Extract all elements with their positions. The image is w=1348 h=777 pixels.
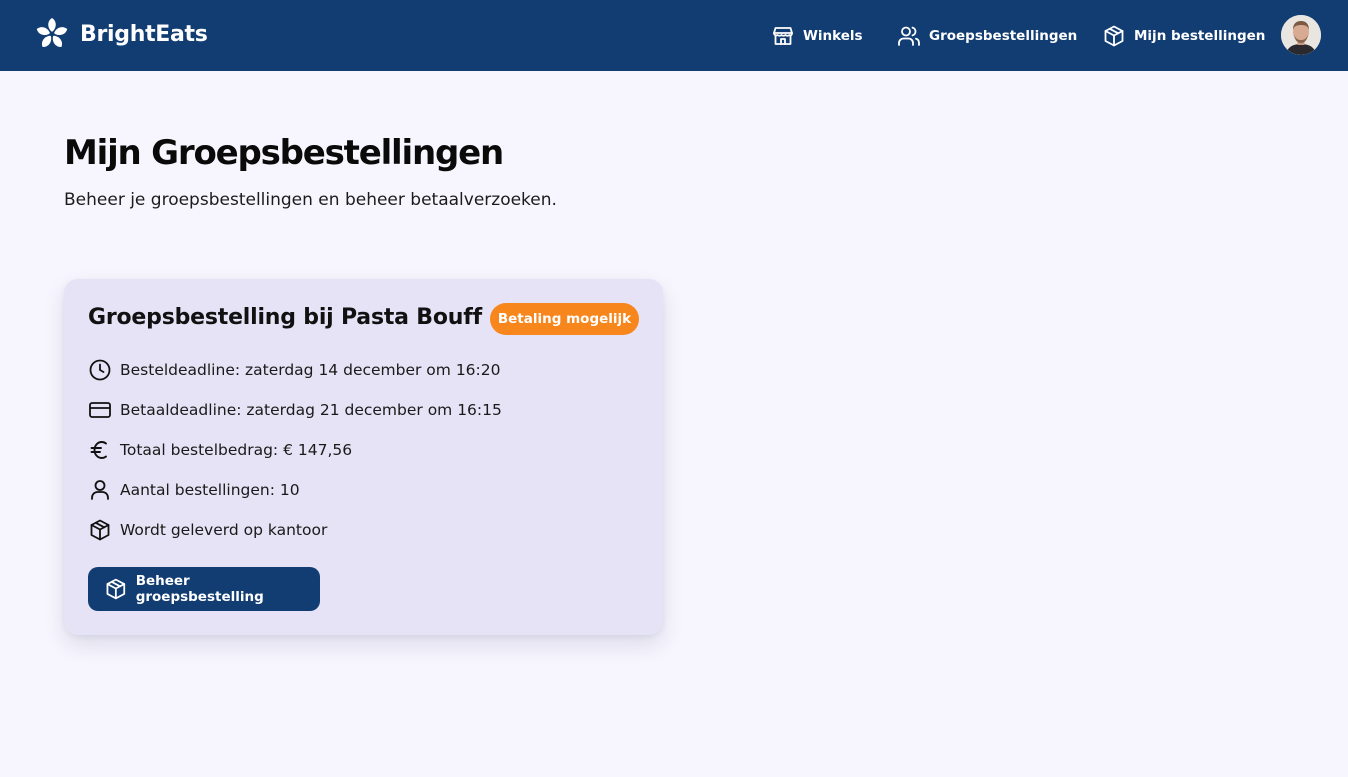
nav-mijn-bestellingen-label: Mijn bestellingen [1134, 27, 1266, 44]
brand[interactable]: BrightEats [35, 17, 208, 51]
payment-deadline-row: Betaaldeadline: zaterdag 21 december om … [88, 398, 502, 422]
order-deadline-text: Besteldeadline: zaterdag 14 december om … [120, 361, 501, 379]
order-deadline-row: Besteldeadline: zaterdag 14 december om … [88, 358, 500, 382]
store-icon [773, 26, 793, 45]
page-title: Mijn Groepsbestellingen [64, 133, 504, 173]
credit-card-icon [89, 402, 111, 418]
avatar-photo [1281, 15, 1321, 55]
total-amount-text: Totaal bestelbedrag: € 147,56 [120, 441, 353, 459]
euro-icon [90, 441, 107, 459]
brand-name: BrightEats [80, 21, 208, 47]
user-icon [91, 480, 109, 500]
total-amount-row: Totaal bestelbedrag: € 147,56 [88, 438, 352, 462]
package-icon [90, 519, 110, 541]
group-order-card: Groepsbestelling bij Pasta Bouff Betalin… [64, 279, 663, 635]
clock-icon [89, 359, 111, 381]
order-count-text: Aantal bestellingen: 10 [120, 481, 300, 499]
package-icon [106, 578, 126, 600]
manage-group-order-label: Beheer groepsbestelling [135, 573, 264, 605]
order-count-row: Aantal bestellingen: 10 [88, 478, 300, 502]
manage-group-order-button[interactable]: Beheer groepsbestelling [88, 567, 320, 611]
page-subtitle: Beheer je groepsbestellingen en beheer b… [64, 190, 557, 210]
nav-winkels-label: Winkels [803, 27, 863, 44]
delivery-row: Wordt geleverd op kantoor [88, 518, 327, 542]
user-avatar[interactable] [1281, 15, 1321, 55]
nav-winkels[interactable]: Winkels [771, 0, 863, 71]
payment-deadline-text: Betaaldeadline: zaterdag 21 december om … [120, 401, 502, 419]
nav-groepsbestellingen-label: Groepsbestellingen [929, 27, 1078, 44]
nav-groepsbestellingen[interactable]: Groepsbestellingen [897, 0, 1077, 71]
nav-mijn-bestellingen[interactable]: Mijn bestellingen [1102, 0, 1265, 71]
users-icon [898, 26, 920, 46]
delivery-text: Wordt geleverd op kantoor [120, 521, 328, 539]
package-icon [1104, 25, 1124, 46]
flower-logo-icon [36, 18, 68, 47]
top-navigation-bar: BrightEats Winkels Groepsbestellingen Mi… [0, 0, 1348, 71]
status-badge: Betaling mogelijk [490, 303, 639, 335]
group-order-title: Groepsbestelling bij Pasta Bouff [88, 305, 482, 330]
